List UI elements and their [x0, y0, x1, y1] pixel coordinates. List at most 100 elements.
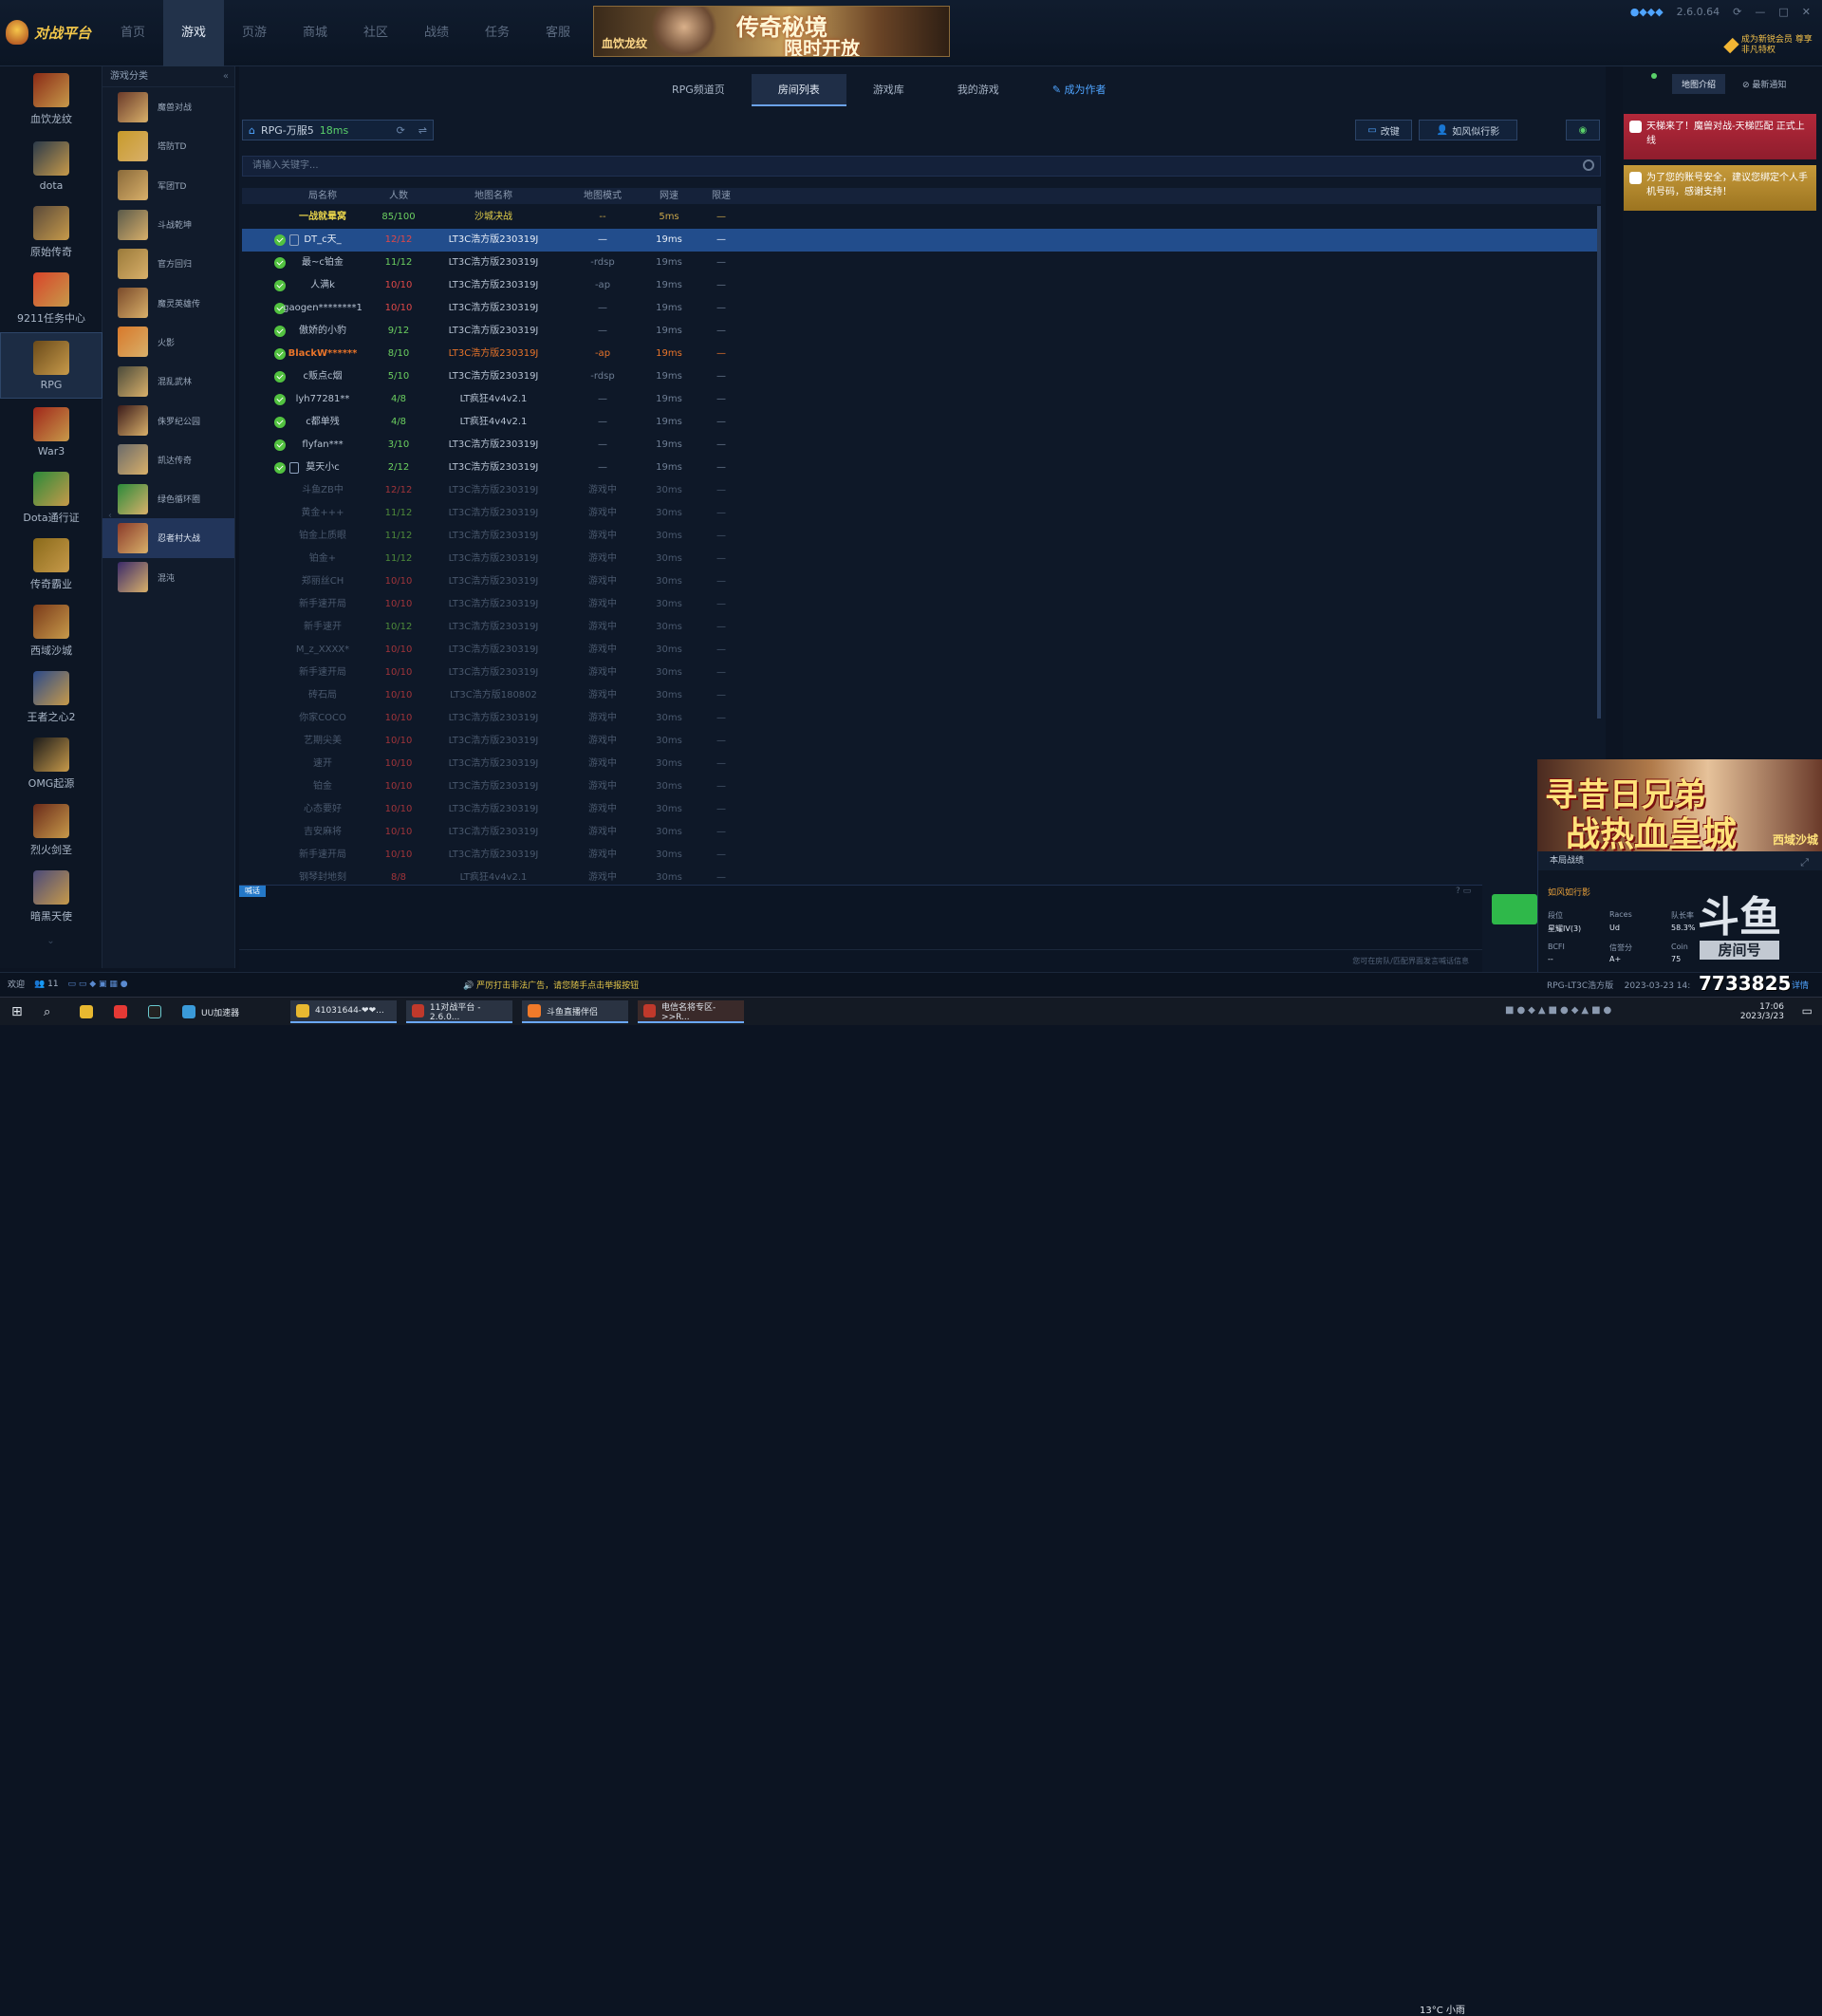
welcome-text[interactable]: 欢迎: [8, 978, 25, 990]
sidebar-game-item[interactable]: dota: [0, 133, 102, 199]
taskbar-douyu[interactable]: 斗鱼直播伴侣: [522, 1000, 628, 1023]
category-item[interactable]: 魔灵英雄传: [102, 283, 234, 322]
table-row[interactable]: 艺期尖美 10/10 LT3C浩方版230319J 游戏中 30ms —: [242, 730, 1601, 753]
sidebar-game-item[interactable]: 9211任务中心: [0, 266, 102, 332]
taskbar-uu[interactable]: UU加速器: [177, 1000, 283, 1023]
sidebar-game-item[interactable]: OMG起源: [0, 731, 102, 797]
category-item[interactable]: 混沌: [102, 558, 234, 597]
table-row[interactable]: 钢琴封地刻 8/8 LT疯狂4v4v2.1 游戏中 30ms —: [242, 867, 1601, 885]
category-item[interactable]: 魔兽对战: [102, 87, 234, 126]
col-map-mode[interactable]: 地图模式: [569, 188, 636, 204]
table-row[interactable]: 莫天小c 2/12 LT3C浩方版230319J — 19ms —: [242, 457, 1601, 479]
category-item[interactable]: 混乱武林: [102, 362, 234, 401]
sidebar-game-item[interactable]: Dota通行证: [0, 465, 102, 532]
table-row[interactable]: DT_c天_ 12/12 LT3C浩方版230319J — 19ms —: [242, 229, 1601, 252]
sidebar-game-item[interactable]: War3: [0, 399, 102, 465]
close-icon[interactable]: ✕: [1802, 6, 1811, 18]
category-item[interactable]: 军团TD: [102, 166, 234, 205]
cursor-icon[interactable]: ⤢: [1800, 856, 1809, 869]
tab-map-intro[interactable]: 地图介绍: [1672, 74, 1726, 94]
table-row[interactable]: 人满k 10/10 LT3C浩方版230319J -ap 19ms —: [242, 274, 1601, 297]
table-row[interactable]: 心态要好 10/10 LT3C浩方版230319J 游戏中 30ms —: [242, 798, 1601, 821]
sidebar-game-item[interactable]: RPG: [0, 332, 102, 399]
table-row[interactable]: flyfan*** 3/10 LT3C浩方版230319J — 19ms —: [242, 434, 1601, 457]
maximize-icon[interactable]: □: [1778, 6, 1788, 18]
pinned-apps[interactable]: [74, 1000, 167, 1023]
clock[interactable]: 17:06 2023/3/23: [1740, 1002, 1784, 1021]
refresh-icon[interactable]: ⟳: [1733, 6, 1741, 18]
category-item[interactable]: 火影: [102, 323, 234, 362]
taskbar-platform[interactable]: 11对战平台 - 2.6.0...: [406, 1000, 512, 1023]
refresh-server-icon[interactable]: ⟳: [397, 124, 405, 137]
sidebar-game-item[interactable]: 烈火剑圣: [0, 797, 102, 864]
table-row[interactable]: lyh77281** 4/8 LT疯狂4v4v2.1 — 19ms —: [242, 388, 1601, 411]
sidebar-game-item[interactable]: 原始传奇: [0, 199, 102, 266]
tab-become-author[interactable]: ✎ 成为作者: [1026, 74, 1133, 106]
sidebar-game-item[interactable]: 王者之心2: [0, 664, 102, 731]
table-row[interactable]: 铂金上质眼 11/12 LT3C浩方版230319J 游戏中 30ms —: [242, 525, 1601, 548]
user-button[interactable]: 👤 如风似行影: [1419, 120, 1517, 140]
table-scrollbar[interactable]: [1597, 206, 1601, 719]
sidebar-game-item[interactable]: 暗黑天使: [0, 864, 102, 930]
category-item[interactable]: 绿色循环圈: [102, 479, 234, 518]
nav-community[interactable]: 社区: [345, 0, 406, 66]
category-item[interactable]: 凯达传奇: [102, 440, 234, 479]
category-item[interactable]: 忍者村大战: [102, 518, 234, 558]
table-row[interactable]: 速开 10/10 LT3C浩方版230319J 游戏中 30ms —: [242, 753, 1601, 775]
sidebar-game-item[interactable]: 传奇霸业: [0, 532, 102, 598]
globe-button[interactable]: ◉: [1566, 120, 1600, 140]
ad-banner[interactable]: 血饮龙纹 传奇秘境 限时开放: [593, 6, 950, 57]
promo-image[interactable]: 寻昔日兄弟 战热血皇城 西域沙城: [1537, 759, 1822, 851]
server-selector[interactable]: ⌂ RPG-万服5 18ms ⟳ ⇌: [242, 120, 434, 140]
change-key-button[interactable]: ▭ 改键: [1355, 120, 1412, 140]
table-row[interactable]: 铂金 10/10 LT3C浩方版230319J 游戏中 30ms —: [242, 775, 1601, 798]
notification-icon[interactable]: ▭: [1802, 1004, 1813, 1017]
search-input[interactable]: 请输入关键字...: [242, 156, 1601, 177]
category-item[interactable]: 官方回归: [102, 244, 234, 283]
col-room-name[interactable]: 局名称: [280, 188, 365, 204]
sidebar-game-item[interactable]: 血饮龙纹: [0, 66, 102, 133]
taskbar-telecom[interactable]: 电信名将专区->>R...: [638, 1000, 744, 1023]
table-row[interactable]: 新手速开局 10/10 LT3C浩方版230319J 游戏中 30ms —: [242, 593, 1601, 616]
nav-games[interactable]: 游戏: [163, 0, 224, 66]
table-row[interactable]: 砖石局 10/10 LT3C浩方版180802 游戏中 30ms —: [242, 684, 1601, 707]
table-row[interactable]: 铂金+ 11/12 LT3C浩方版230319J 游戏中 30ms —: [242, 548, 1601, 570]
minimize-icon[interactable]: —: [1755, 6, 1765, 18]
table-row[interactable]: 你家COCO 10/10 LT3C浩方版230319J 游戏中 30ms —: [242, 707, 1601, 730]
col-players[interactable]: 人数: [365, 188, 432, 204]
table-row[interactable]: 一战就晕窝 85/100 沙城决战 -- 5ms —: [242, 206, 1601, 229]
table-row[interactable]: 最~c铂金 11/12 LT3C浩方版230319J -rdsp 19ms —: [242, 252, 1601, 274]
switch-server-icon[interactable]: ⇌: [418, 124, 427, 137]
app-logo[interactable]: 对战平台: [6, 13, 97, 51]
collapse-icon[interactable]: «: [223, 66, 229, 87]
table-row[interactable]: 黄金+++ 11/12 LT3C浩方版230319J 游戏中 30ms —: [242, 502, 1601, 525]
table-row[interactable]: 斗鱼ZB中 12/12 LT3C浩方版230319J 游戏中 30ms —: [242, 479, 1601, 502]
col-net-speed[interactable]: 网速: [641, 188, 697, 204]
table-row[interactable]: M_z_XXXX* 10/10 LT3C浩方版230319J 游戏中 30ms —: [242, 639, 1601, 662]
taskbar-chat[interactable]: 41031644-❤❤...: [290, 1000, 397, 1023]
friends-icon[interactable]: 👥 11: [34, 980, 59, 989]
tray-icons[interactable]: ■●◆▲■●◆▲■●: [1505, 1005, 1614, 1016]
tab-room-list[interactable]: 房间列表: [751, 74, 846, 106]
col-speed-limit[interactable]: 限速: [693, 188, 750, 204]
category-item[interactable]: 塔防TD: [102, 126, 234, 165]
chat-tag[interactable]: 喊话: [239, 886, 266, 897]
tab-latest-notice[interactable]: ⊘ 最新通知: [1742, 74, 1786, 94]
table-row[interactable]: c贩点c烟 5/10 LT3C浩方版230319J -rdsp 19ms —: [242, 365, 1601, 388]
nav-service[interactable]: 客服: [528, 0, 588, 66]
notice-security[interactable]: 为了您的账号安全，建议您绑定个人手机号码，感谢支持！: [1624, 165, 1816, 211]
table-row[interactable]: c都单残 4/8 LT疯狂4v4v2.1 — 19ms —: [242, 411, 1601, 434]
search-icon[interactable]: [1583, 159, 1594, 171]
weather[interactable]: 13°C 小雨: [1420, 2002, 1465, 2016]
table-row[interactable]: 郑丽丝CH 10/10 LT3C浩方版230319J 游戏中 30ms —: [242, 570, 1601, 593]
table-row[interactable]: 吉安麻将 10/10 LT3C浩方版230319J 游戏中 30ms —: [242, 821, 1601, 844]
nav-shop[interactable]: 商城: [285, 0, 345, 66]
tab-rpg-channel[interactable]: RPG频道页: [645, 74, 752, 106]
table-row[interactable]: 傲娇的小豹 9/12 LT3C浩方版230319J — 19ms —: [242, 320, 1601, 343]
col-map-name[interactable]: 地图名称: [432, 188, 555, 204]
table-row[interactable]: 新手速开局 10/10 LT3C浩方版230319J 游戏中 30ms —: [242, 662, 1601, 684]
category-item[interactable]: 侏罗纪公园: [102, 401, 234, 439]
stats-detail-link[interactable]: 详情: [1792, 979, 1809, 991]
search-taskbar-icon[interactable]: ⌕: [38, 1000, 56, 1023]
tab-my-games[interactable]: 我的游戏: [931, 74, 1026, 106]
